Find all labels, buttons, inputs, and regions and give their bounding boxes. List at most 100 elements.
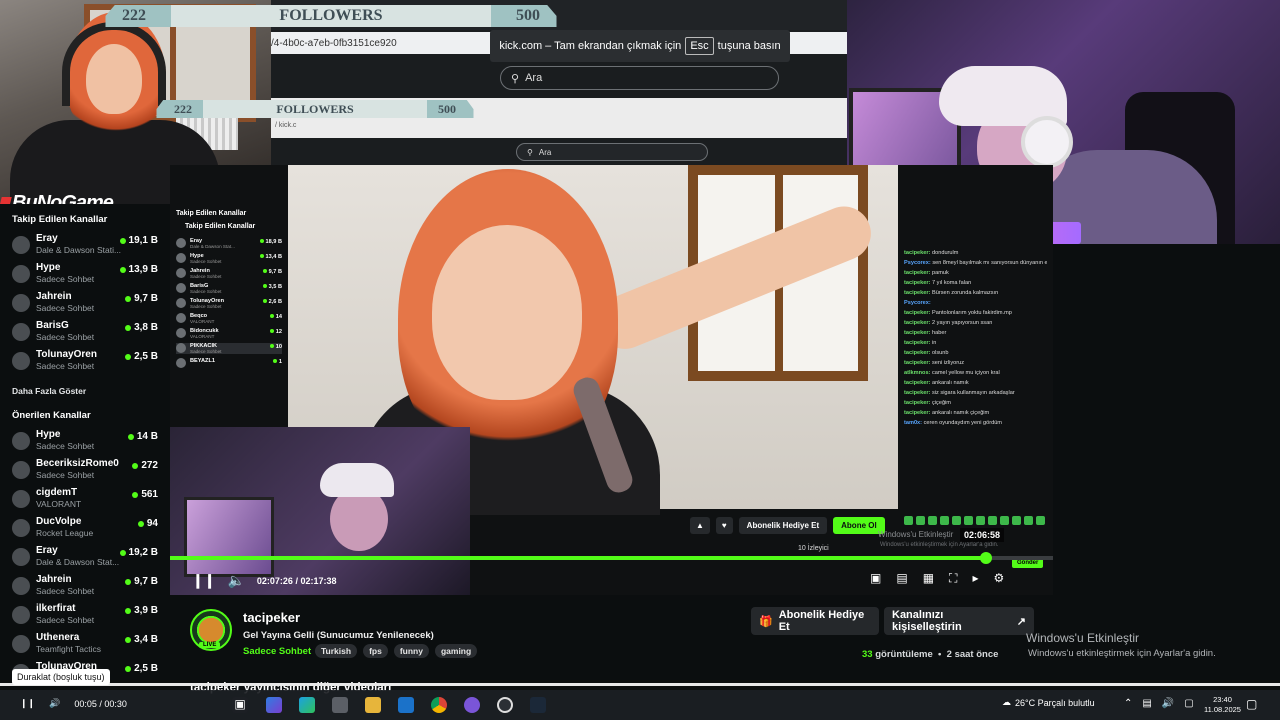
fullscreen-exit-icon[interactable]: ▦: [923, 571, 934, 586]
gift-sub-button[interactable]: 🎁 Abonelik Hediye Et: [751, 607, 879, 635]
customize-channel-button[interactable]: Kanalınızı kişiselleştirin ↗: [884, 607, 1034, 635]
emote-icon[interactable]: [976, 516, 985, 525]
copilot-icon[interactable]: [266, 697, 282, 713]
emote-icon[interactable]: [1036, 516, 1045, 525]
nested-subscribe-button[interactable]: Abone Ol: [833, 517, 885, 534]
sidebar-channel-item[interactable]: Jahrein Sadece Sohbet 9,7 B: [10, 291, 160, 320]
channel-text: BeceriksizRome0 Sadece Sohbet: [36, 458, 119, 481]
nested-sidebar-item[interactable]: Eray Dale & Dawson Stat... 18,9 B: [176, 238, 282, 249]
settings-gear-icon[interactable]: ⚙: [993, 571, 1004, 586]
obs-icon[interactable]: [464, 697, 480, 713]
tray-chevron-icon[interactable]: ⌃: [1124, 698, 1132, 709]
app-icon[interactable]: [398, 697, 414, 713]
emote-icon[interactable]: [988, 516, 997, 525]
sidebar-channel-item[interactable]: TolunayOren Sadece Sohbet 2,5 B: [10, 349, 160, 378]
avatar: [12, 265, 30, 283]
sidebar-channel-item[interactable]: Hype Sadece Sohbet 14 B: [10, 429, 160, 458]
mini-player-progress[interactable]: [0, 683, 1280, 686]
file-explorer-icon[interactable]: [365, 697, 381, 713]
language-icon[interactable]: ▢: [1184, 698, 1193, 709]
nested-sidebar-item[interactable]: Bidoncukk VALORANT 12: [176, 328, 282, 339]
sidebar-channel-item[interactable]: BarisG Sadece Sohbet 3,8 B: [10, 320, 160, 349]
fullscreen-icon[interactable]: ⛶: [949, 571, 957, 586]
speaker-icon[interactable]: 🔊: [1162, 698, 1174, 709]
mini-volume-icon[interactable]: 🔊: [49, 698, 60, 709]
nested-gift-sub-button[interactable]: Abonelik Hediye Et: [738, 517, 828, 534]
pip-icon[interactable]: ▣: [870, 571, 881, 586]
emote-icon[interactable]: [928, 516, 937, 525]
pause-icon[interactable]: ❙❙: [192, 572, 215, 589]
bell-icon[interactable]: ▲: [690, 517, 710, 534]
progress-handle[interactable]: [979, 552, 992, 564]
steam-icon[interactable]: [530, 697, 546, 713]
chat-username[interactable]: tacipeker:: [904, 250, 930, 256]
progress-bar[interactable]: [170, 552, 1053, 564]
chat-username[interactable]: tacipeker:: [904, 410, 930, 416]
theater-icon[interactable]: ▤: [896, 571, 907, 586]
chat-username[interactable]: Psycorex:: [904, 300, 931, 306]
sidebar-channel-item[interactable]: Hype Sadece Sohbet 13,9 B: [10, 262, 160, 291]
network-icon[interactable]: ▤: [1142, 698, 1151, 709]
heart-icon[interactable]: ♥: [715, 517, 733, 534]
emote-icon[interactable]: [940, 516, 949, 525]
chat-username[interactable]: atlkmnos:: [904, 370, 930, 376]
chrome-icon[interactable]: [431, 697, 447, 713]
nested-sidebar-item[interactable]: BEYAZL1 1: [176, 358, 282, 369]
emote-icon[interactable]: [952, 516, 961, 525]
chat-username[interactable]: tacipeker:: [904, 350, 930, 356]
chat-username[interactable]: tacipeker:: [904, 340, 930, 346]
nested-sidebar-item[interactable]: BarisG Sadece Sohbet 3,5 B: [176, 283, 282, 294]
stream-tag[interactable]: funny: [393, 644, 429, 658]
nested-sidebar-item[interactable]: Hype Sadece Sohbet 13,4 B: [176, 253, 282, 264]
show-more-link[interactable]: Daha Fazla Göster: [12, 386, 160, 396]
chat-username[interactable]: tacipeker:: [904, 380, 930, 386]
sidebar-channel-item[interactable]: Eray Dale & Dawson Stat... 19,2 B: [10, 545, 160, 574]
search-input[interactable]: ⚲ Ara: [500, 66, 779, 90]
speed-icon[interactable]: ▸: [972, 571, 978, 586]
sidebar-channel-item[interactable]: Uthenera Teamfight Tactics 3,4 B: [10, 632, 160, 661]
task-view-icon[interactable]: ▣: [232, 697, 248, 713]
nested-sidebar-item[interactable]: Jahrein Sadece Sohbet 9,7 B: [176, 268, 282, 279]
store-icon[interactable]: [332, 697, 348, 713]
chat-username[interactable]: tacipeker:: [904, 320, 930, 326]
chat-username[interactable]: tacipeker:: [904, 270, 930, 276]
emote-icon[interactable]: [1024, 516, 1033, 525]
chat-username[interactable]: tacipeker:: [904, 280, 930, 286]
emote-icon[interactable]: [964, 516, 973, 525]
sidebar-channel-item[interactable]: cigdemT VALORANT 561: [10, 487, 160, 516]
stream-tag[interactable]: fps: [363, 644, 388, 658]
volume-icon[interactable]: 🔈: [227, 572, 244, 589]
taskbar-clock[interactable]: 23:40 11.08.2025: [1204, 695, 1241, 715]
edge-icon[interactable]: [299, 697, 315, 713]
channel-name[interactable]: tacipeker: [243, 610, 300, 625]
chat-username[interactable]: tacipeker:: [904, 310, 930, 316]
chat-username[interactable]: tacipeker:: [904, 290, 930, 296]
taskbar-weather[interactable]: ☁ 26°C Parçalı bulutlu: [1002, 697, 1095, 708]
followers-goal-banner: 222 FOLLOWERS 500: [96, 5, 566, 27]
stream-tag[interactable]: gaming: [434, 644, 478, 658]
emote-icon[interactable]: [904, 516, 913, 525]
chat-username[interactable]: Psycorex:: [904, 260, 931, 266]
nested-sidebar-item[interactable]: TolunayOren Sadece Sohbet 2,6 B: [176, 298, 282, 309]
chat-username[interactable]: tacipeker:: [904, 330, 930, 336]
sidebar-channel-item[interactable]: Eray Dale & Dawson Stati... 19,1 B: [10, 233, 160, 262]
nested-sidebar-item[interactable]: Beqco VALORANT 14: [176, 313, 282, 324]
sidebar-channel-item[interactable]: ilkerfirat Sadece Sohbet 3,9 B: [10, 603, 160, 632]
chat-username[interactable]: tacipeker:: [904, 390, 930, 396]
stream-tag[interactable]: Turkish: [315, 644, 358, 658]
emote-icon[interactable]: [1000, 516, 1009, 525]
media-icon[interactable]: [497, 697, 513, 713]
emote-icon[interactable]: [916, 516, 925, 525]
sidebar-channel-item[interactable]: BeceriksizRome0 Sadece Sohbet 272: [10, 458, 160, 487]
chat-username[interactable]: tacipeker:: [904, 360, 930, 366]
chat-username[interactable]: tam0x:: [904, 420, 922, 426]
emote-icon[interactable]: [1012, 516, 1021, 525]
mini-pause-icon[interactable]: ❙❙: [20, 698, 35, 709]
chat-username[interactable]: tacipeker:: [904, 400, 930, 406]
nested-sidebar-item[interactable]: PIKKACIK Sadece Sohbet 10: [176, 343, 282, 354]
nested-search-input[interactable]: ⚲ Ara: [516, 143, 708, 161]
sidebar-channel-item[interactable]: DucVolpe Rocket League 94: [10, 516, 160, 545]
sidebar-channel-item[interactable]: Jahrein Sadece Sohbet 9,7 B: [10, 574, 160, 603]
notifications-icon[interactable]: ▢: [1246, 697, 1262, 713]
stream-category[interactable]: Sadece Sohbet: [243, 646, 311, 657]
